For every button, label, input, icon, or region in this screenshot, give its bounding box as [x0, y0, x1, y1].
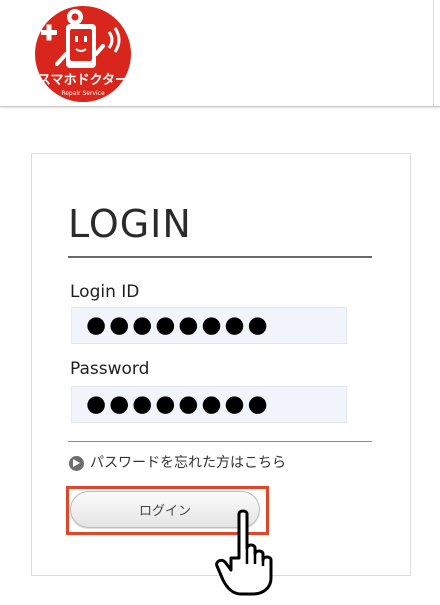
password-value: ●●●●●●●● — [86, 391, 271, 417]
password-label: Password — [70, 359, 150, 379]
forgot-password-text: パスワードを忘れた方はこちら — [90, 455, 286, 471]
form-divider — [68, 441, 372, 442]
site-header: スマホドクター Repair Service — [0, 0, 440, 107]
header-divider — [433, 0, 434, 106]
login-id-value: ●●●●●●●● — [86, 312, 271, 338]
doctor-logo-icon: スマホドクター Repair Service — [35, 6, 131, 102]
brand-logo[interactable]: スマホドクター Repair Service — [29, 4, 137, 104]
logo-sub-text: Repair Service — [61, 90, 105, 97]
play-arrow-icon — [69, 455, 84, 471]
logo-brand-text: スマホドクター — [38, 73, 128, 88]
login-id-input[interactable]: ●●●●●●●● — [71, 307, 347, 344]
hand-pointer-icon — [213, 508, 281, 598]
login-title: LOGIN — [68, 202, 192, 246]
password-input[interactable]: ●●●●●●●● — [71, 386, 347, 423]
title-underline — [68, 256, 372, 258]
login-id-label: Login ID — [70, 282, 140, 302]
forgot-password-link[interactable]: パスワードを忘れた方はこちら — [69, 454, 286, 472]
